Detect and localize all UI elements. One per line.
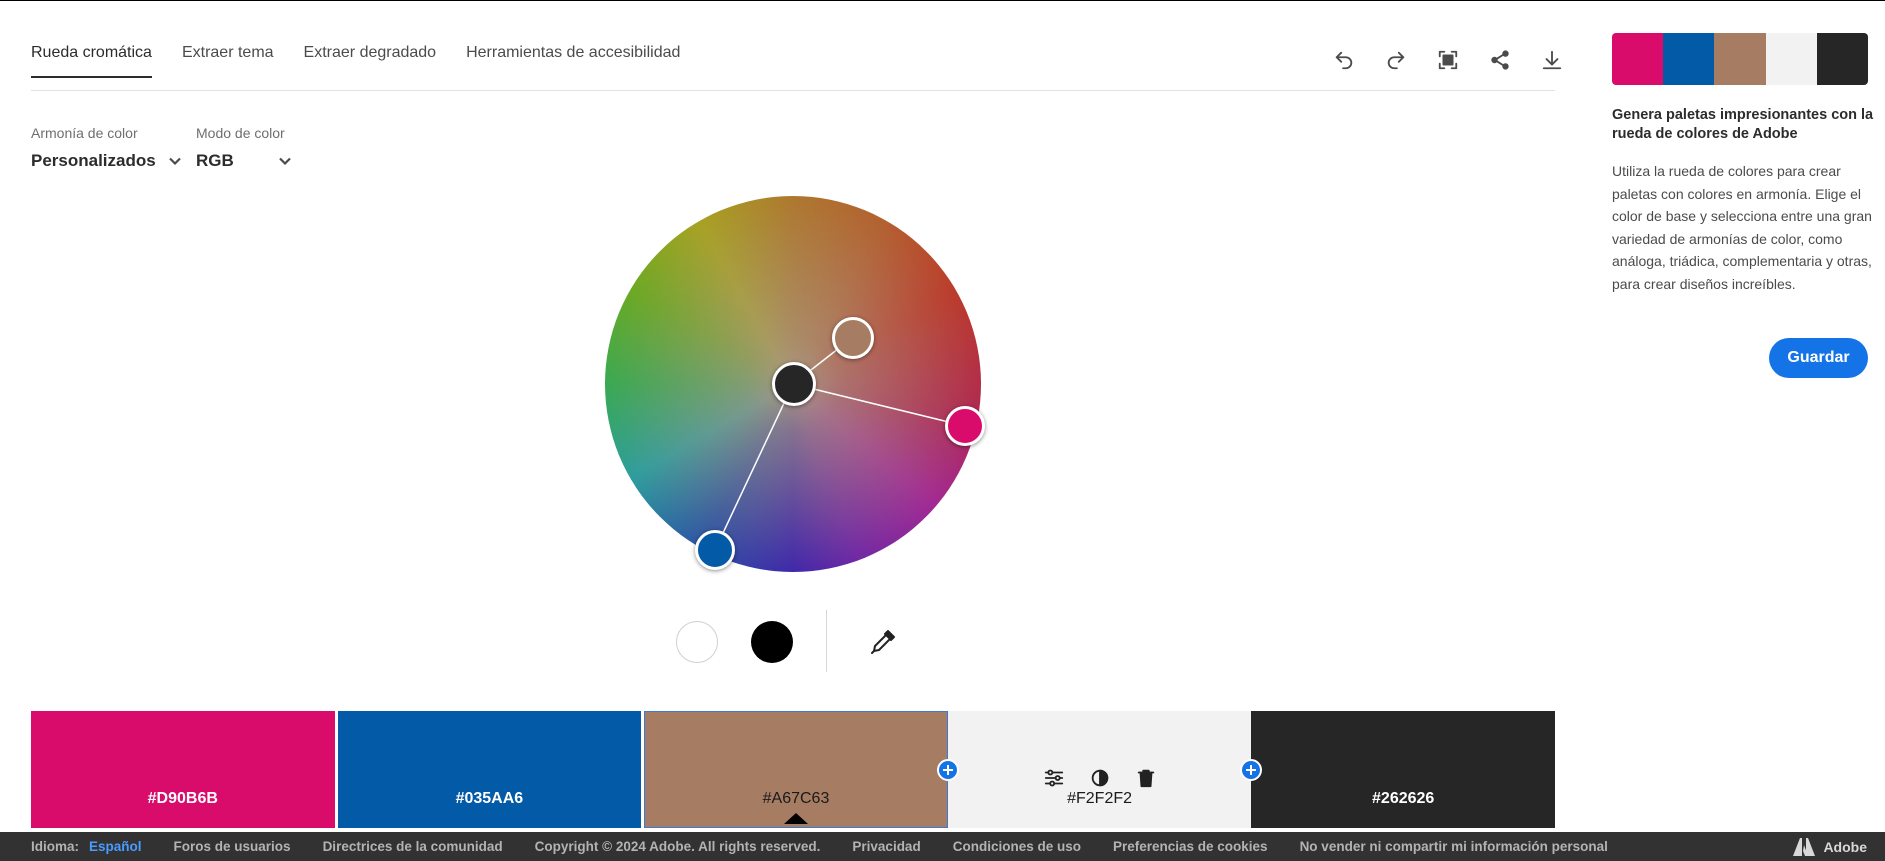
color-mode-dropdown[interactable]: RGB [196,151,292,171]
swatch-hex: #035AA6 [455,790,524,807]
adobe-brand[interactable]: Adobe [1793,838,1867,856]
wheel-handle[interactable] [945,406,985,446]
palette-preview [1612,33,1868,85]
footer-link-forums[interactable]: Foros de usuarios [174,839,291,854]
black-swatch-button[interactable] [751,621,793,663]
brand-name: Adobe [1823,839,1867,855]
adjust-button[interactable] [1042,766,1066,790]
color-mode-field: Modo de color RGB [196,125,292,171]
undo-icon [1335,51,1353,70]
tabs-divider [31,90,1555,91]
share-button[interactable] [1474,44,1526,76]
palette-swatch-selected[interactable]: #A67C63 [644,711,948,828]
fullscreen-button[interactable] [1422,44,1474,76]
footer-link-privacy[interactable]: Privacidad [852,839,920,854]
harmony-field: Armonía de color Personalizados [31,125,182,171]
swatch-hex: #F2F2F2 [1067,790,1133,807]
chevron-down-icon [279,157,291,166]
footer-link-cookies[interactable]: Preferencias de cookies [1113,839,1268,854]
preview-swatch [1816,33,1868,85]
palette-swatch[interactable]: #F2F2F2 [947,711,1252,828]
undo-button[interactable] [1318,44,1370,76]
mode-tabs: Rueda cromática Extraer tema Extraer deg… [31,44,710,78]
swatch-hex: #262626 [1372,790,1435,807]
preview-swatch [1663,33,1715,85]
preview-swatch [1765,33,1817,85]
color-mode-value: RGB [196,151,234,170]
tab-accessibility-tools[interactable]: Herramientas de accesibilidad [466,44,680,78]
selected-indicator [783,813,808,824]
sliders-icon [1044,769,1063,787]
toolbar [1318,44,1578,76]
footer-link-guidelines[interactable]: Directrices de la comunidad [323,839,503,854]
redo-button[interactable] [1370,44,1422,76]
chevron-down-icon [168,157,181,166]
top-border [0,0,1885,1]
harmony-dropdown[interactable]: Personalizados [31,151,182,171]
fullscreen-icon [1438,50,1458,70]
swatch-hex: #D90B6B [147,790,218,807]
preview-swatch [1612,33,1664,85]
contrast-icon [1091,769,1108,787]
adobe-logo-icon [1793,838,1816,856]
download-icon [1542,50,1562,70]
harmony-value: Personalizados [31,151,156,170]
connector-line [792,383,966,427]
controls-divider [826,610,827,672]
swatch-hex: #A67C63 [762,790,830,807]
tab-extract-theme[interactable]: Extraer tema [182,44,274,78]
share-icon [1491,50,1509,70]
footer-link-do-not-sell[interactable]: No vender ni compartir mi información pe… [1300,839,1608,854]
swatch-tools [948,766,1252,790]
wheel-handle[interactable] [695,530,735,570]
footer: Idioma: Español Foros de usuarios Direct… [0,832,1885,861]
sidebar-title: Genera paletas impresionantes con la rue… [1612,107,1874,142]
language-label: Idioma: [31,839,80,854]
redo-icon [1387,51,1405,70]
white-swatch-button[interactable] [676,621,718,663]
trash-icon [1137,769,1154,788]
palette-strip: #D90B6B #035AA6 #A67C63 #F2F2F2 #262626 [31,711,1555,828]
tab-extract-gradient[interactable]: Extraer degradado [304,44,437,78]
add-color-button[interactable] [1240,759,1262,781]
palette-swatch[interactable]: #262626 [1251,711,1555,828]
eyedropper-icon [871,630,895,654]
connector-line [714,383,794,551]
save-button[interactable]: Guardar [1769,338,1868,378]
tab-color-wheel[interactable]: Rueda cromática [31,44,152,78]
add-color-button[interactable] [937,759,959,781]
delete-button[interactable] [1134,766,1158,790]
footer-copyright: Copyright © 2024 Adobe. All rights reser… [534,839,821,854]
contrast-button[interactable] [1088,766,1112,790]
palette-swatch[interactable]: #035AA6 [337,711,642,828]
color-mode-label: Modo de color [196,125,285,141]
language-selector[interactable]: Español [89,839,142,854]
download-button[interactable] [1526,44,1578,76]
wheel-handle-base[interactable] [772,362,816,406]
eyedropper-button[interactable] [868,625,900,657]
footer-link-terms[interactable]: Condiciones de uso [953,839,1081,854]
wheel-handle[interactable] [832,317,874,359]
preview-swatch [1714,33,1766,85]
sidebar-description: Utiliza la rueda de colores para crear p… [1612,163,1872,292]
harmony-label: Armonía de color [31,125,138,141]
palette-swatch[interactable]: #D90B6B [31,711,335,828]
